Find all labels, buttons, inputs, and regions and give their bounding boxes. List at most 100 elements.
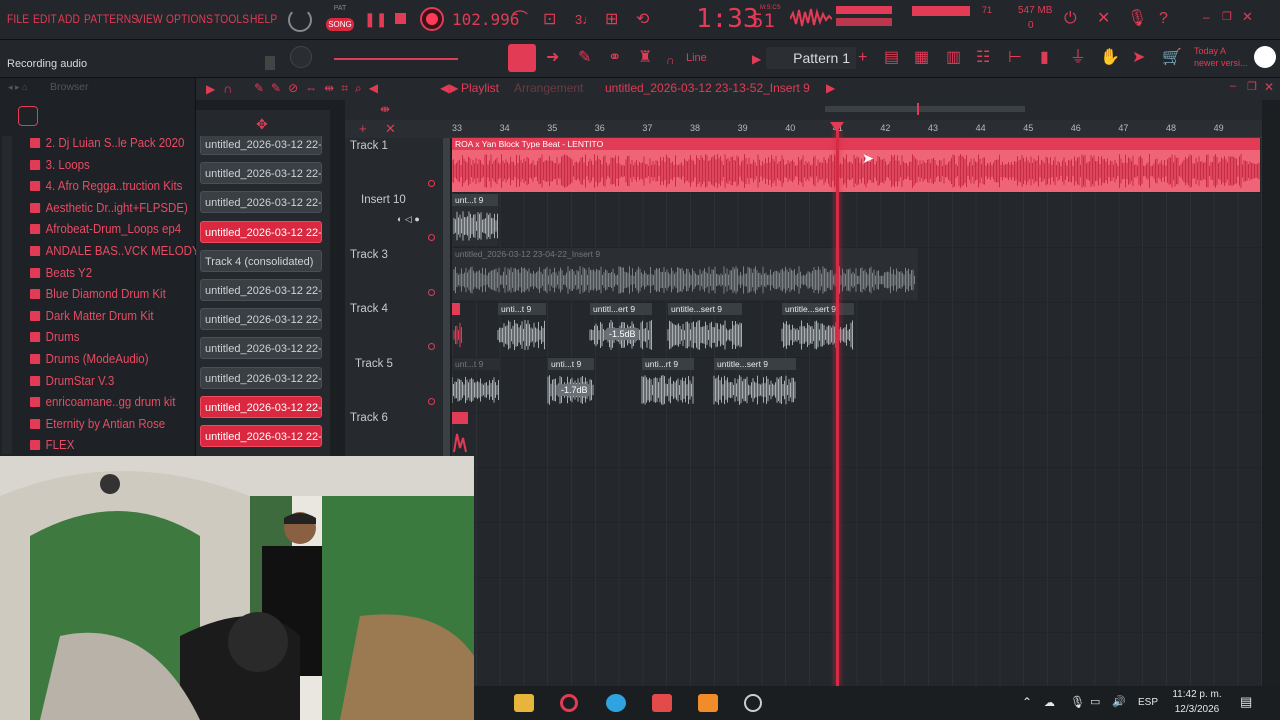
clip-source-item[interactable]: untitled_2026-03-12 22-... [200, 162, 322, 185]
loop-record-icon[interactable]: ⟲ [636, 12, 649, 28]
playhead-marker[interactable] [836, 130, 839, 686]
snap-arrow-icon[interactable]: ➜ [546, 50, 559, 66]
clip-track5-c[interactable]: unti...rt 9 [642, 358, 694, 370]
clip-track4-c[interactable]: untitle...sert 9 [668, 303, 742, 315]
track-label-2[interactable]: Insert 10 [361, 194, 406, 206]
playlist-close-icon[interactable]: ✕ [1264, 80, 1274, 94]
track-3-record-icon[interactable] [428, 289, 435, 296]
playlist-menu-arrow-icon[interactable]: ▶ [206, 82, 215, 96]
playlist-grid[interactable]: ROA x Yan Block Type Beat - LENTITO unt.… [452, 138, 1262, 686]
tools-icon[interactable]: ✕ [1097, 11, 1110, 27]
help-icon[interactable]: ? [1159, 11, 1168, 27]
main-slider[interactable] [334, 58, 458, 60]
microphone-icon[interactable]: 🎙 [1127, 11, 1147, 27]
clip-track5-a[interactable]: unt...t 9 [452, 358, 500, 370]
browser-folder-item[interactable]: Beats Y2 [30, 266, 92, 280]
touch-icon[interactable]: ✋ [1100, 50, 1120, 66]
master-volume-bar[interactable] [836, 6, 892, 14]
track-label-3[interactable]: Track 3 [350, 249, 388, 261]
pause-icon[interactable]: ❚❚ [364, 11, 387, 28]
clip-source-item[interactable]: untitled_2026-03-12 22-... [200, 337, 322, 360]
clip-track4-start[interactable] [452, 303, 460, 315]
clip-track4-d[interactable]: untitle...sert 9 [782, 303, 854, 315]
plugin-icon[interactable]: ⏚ [1070, 50, 1086, 66]
close-icon[interactable]: ✕ [1242, 9, 1253, 25]
clip-insert10[interactable]: unt...t 9 [452, 194, 498, 206]
menu-options[interactable]: OPTIONS [166, 12, 213, 26]
track-label-1[interactable]: Track 1 [350, 140, 388, 152]
clip-source-item[interactable]: untitled_2026-03-12 22-... [200, 425, 322, 447]
clip-track5-b[interactable]: unti...t 9 [548, 358, 594, 370]
clip-source-item[interactable]: untitled_2026-03-12 22-... [200, 191, 322, 214]
language-indicator[interactable]: ESP [1138, 697, 1158, 708]
clip-source-item[interactable]: untitled_2026-03-12 22-... [200, 133, 322, 155]
step-edit-icon[interactable]: ⊞ [605, 12, 618, 28]
browser-folder-item[interactable]: Afrobeat-Drum_Loops ep4 [30, 222, 181, 236]
mixer-icon[interactable]: ☷ [976, 50, 990, 66]
wait-input-icon[interactable]: ⊡ [543, 12, 556, 28]
onedrive-icon[interactable]: ☁ [1044, 696, 1055, 709]
browser-folder-item[interactable]: Drums (ModeAudio) [30, 352, 149, 366]
countdown-icon[interactable]: 3♩ [575, 12, 595, 28]
power-icon[interactable]: ⏻ [1064, 11, 1077, 27]
menu-file[interactable]: FILE [7, 12, 29, 26]
clip-source-item[interactable]: untitled_2026-03-12 22-... [200, 279, 322, 301]
master-volume-knob-icon[interactable] [265, 56, 275, 70]
fl-studio-taskbar-icon[interactable] [698, 694, 718, 712]
add-track-icon[interactable]: + [359, 121, 367, 136]
draw-tool-icon[interactable]: ✎ [578, 50, 591, 66]
clip-track4-a[interactable]: unti...t 9 [498, 303, 546, 315]
playlist-view-icon[interactable]: ▤ [884, 50, 899, 66]
record-button[interactable] [420, 7, 444, 31]
routing-icon[interactable]: ⊢ [1008, 50, 1022, 66]
clip-track4-b[interactable]: untitl...ert 9 [590, 303, 652, 315]
stop-icon[interactable] [395, 13, 406, 24]
master-pitch-knob-icon[interactable] [290, 46, 312, 68]
pattern-prev-icon[interactable]: ▶ [752, 51, 761, 67]
browser-search-icon[interactable] [18, 106, 38, 126]
timeline-ruler[interactable]: 33 34 35 36 37 38 39 40 41 42 43 44 45 46 47 48 49 [450, 120, 1262, 138]
track-4-record-icon[interactable] [428, 343, 435, 350]
browser-folder-item[interactable]: ANDALE BAS..VCK MELODY [30, 244, 200, 258]
pattern-song-toggle[interactable] [508, 44, 536, 72]
file-explorer-icon[interactable] [514, 694, 534, 712]
menu-edit[interactable]: EDIT [33, 12, 57, 26]
track-5-record-icon[interactable] [428, 398, 435, 405]
browser-folder-item[interactable]: Dark Matter Drum Kit [30, 309, 154, 323]
clip-list-move-icon[interactable]: ✥ [256, 116, 268, 133]
menu-help[interactable]: HELP [250, 12, 277, 26]
volume-icon[interactable]: 🔊 [1112, 695, 1126, 708]
track-2-record-icon[interactable] [428, 234, 435, 241]
headphone-icon[interactable]: ∩ [223, 81, 232, 96]
telegram-icon[interactable] [606, 694, 626, 712]
playlist-maximize-icon[interactable]: ❐ [1247, 80, 1257, 93]
browser-folder-item[interactable]: Aesthetic Dr..ight+FLPSDE) [30, 201, 188, 215]
browser-folder-item[interactable]: DrumStar V.3 [30, 374, 114, 388]
metronome-icon[interactable]: ⌒ [512, 12, 528, 28]
clip-source-item[interactable]: untitled_2026-03-12 22-... [200, 395, 322, 418]
screen-recorder-icon[interactable] [652, 694, 672, 712]
master-pitch-bar[interactable] [836, 18, 892, 26]
track-headers-scrollbar[interactable] [443, 138, 450, 456]
clock-date[interactable]: 12/3/2026 [1170, 704, 1224, 715]
send-icon[interactable]: ➤ [1132, 50, 1145, 66]
news-panel[interactable]: Today A newer versi... [1194, 45, 1248, 69]
menu-add[interactable]: ADD [58, 12, 80, 26]
clock-time[interactable]: 11:42 p. m. [1170, 689, 1224, 700]
track-1-record-icon[interactable] [428, 180, 435, 187]
cart-icon[interactable]: 🛒 [1162, 50, 1182, 66]
browser-scrollbar[interactable] [2, 136, 12, 454]
tempo-display[interactable]: 102.996 [452, 10, 519, 29]
opera-icon[interactable] [560, 694, 578, 712]
notification-icon[interactable]: ▤ [1240, 694, 1252, 710]
browser-folder-item[interactable]: enricoamane..gg drum kit [30, 395, 175, 409]
link-icon[interactable]: ⚭ [608, 50, 621, 66]
magnet-icon[interactable]: ∩ [666, 52, 675, 68]
track-label-4[interactable]: Track 4 [350, 303, 388, 315]
song-mode-button[interactable]: SONG [326, 18, 354, 31]
track-label-6[interactable]: Track 6 [350, 412, 388, 424]
recording-dial-icon[interactable] [288, 8, 312, 32]
restore-icon[interactable]: ❐ [1222, 10, 1232, 23]
playlist-minimize-icon[interactable]: – [1230, 80, 1236, 92]
obs-icon[interactable] [744, 694, 762, 712]
